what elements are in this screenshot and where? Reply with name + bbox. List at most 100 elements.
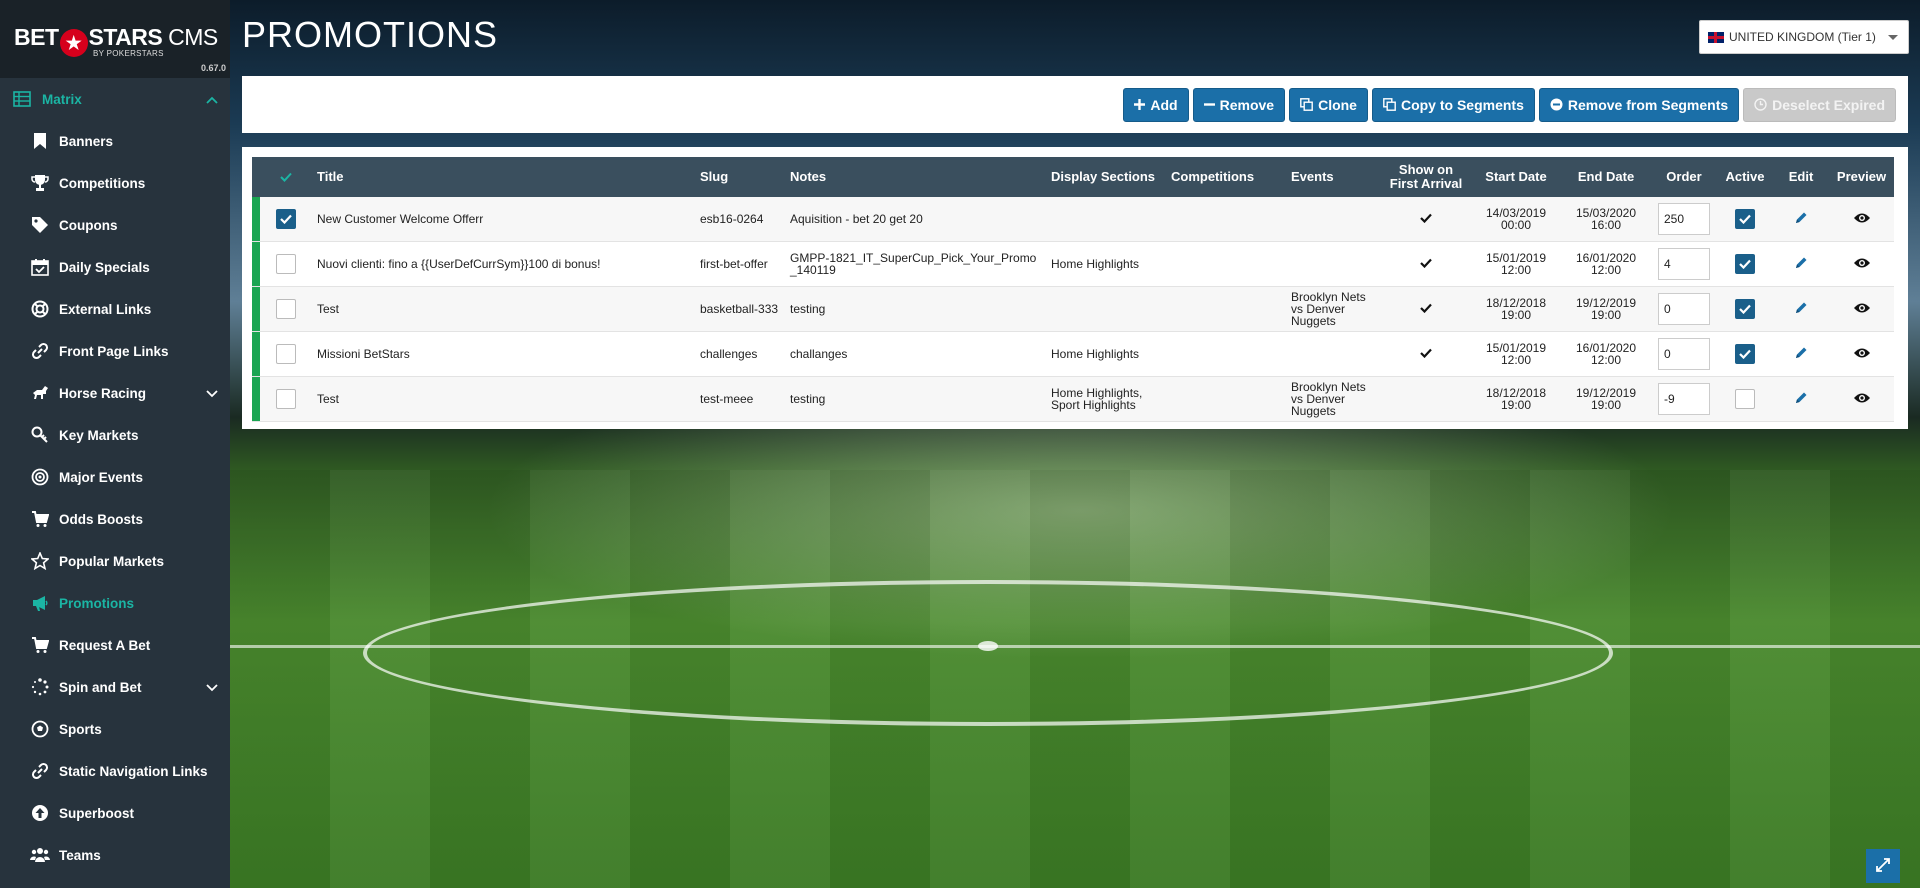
sidebar-item-request-a-bet[interactable]: Request A Bet [0, 624, 230, 666]
deselect-expired-button[interactable]: Deselect Expired [1743, 87, 1896, 122]
preview-eye-icon[interactable] [1853, 393, 1871, 407]
add-button[interactable]: Add [1123, 87, 1189, 122]
edit-pencil-icon[interactable] [1794, 347, 1808, 363]
column-header-preview: Preview [1836, 169, 1887, 184]
sidebar-item-odds-boosts[interactable]: Odds Boosts [0, 498, 230, 540]
preview-eye-icon[interactable] [1853, 258, 1871, 272]
column-header-show-first-arrival[interactable]: Show on First Arrival [1381, 157, 1471, 197]
row-select-checkbox[interactable] [276, 254, 296, 274]
sidebar-item-promotions[interactable]: Promotions [0, 582, 230, 624]
minus-icon [1203, 99, 1215, 110]
expand-icon [1876, 857, 1890, 875]
chevron-up-icon[interactable] [206, 92, 218, 107]
status-indicator [252, 377, 260, 422]
column-header-notes[interactable]: Notes [785, 157, 1046, 197]
sidebar-item-front-page-links[interactable]: Front Page Links [0, 330, 230, 372]
select-all-checkbox[interactable] [277, 168, 295, 186]
region-select[interactable]: UNITED KINGDOM (Tier 1) [1699, 20, 1909, 54]
column-header-display-sections[interactable]: Display Sections [1046, 157, 1166, 197]
sidebar-item-superboost[interactable]: Superboost [0, 792, 230, 834]
cell-competitions [1166, 287, 1286, 332]
row-select-checkbox[interactable] [276, 299, 296, 319]
clone-button[interactable]: Clone [1289, 87, 1368, 122]
cell-start-date: 15/01/2019 12:00 [1485, 251, 1547, 277]
sidebar-item-teams[interactable]: Teams [0, 834, 230, 876]
preview-eye-icon[interactable] [1853, 303, 1871, 317]
cart-icon [30, 509, 50, 529]
active-checkbox[interactable] [1735, 389, 1755, 409]
sidebar-item-coupons[interactable]: Coupons [0, 204, 230, 246]
cell-title: Test [317, 302, 340, 316]
cell-first-arrival [1381, 287, 1471, 332]
edit-pencil-icon[interactable] [1794, 257, 1808, 273]
cell-display-sections: Home Highlights [1051, 347, 1140, 361]
preview-eye-icon[interactable] [1853, 348, 1871, 362]
active-checkbox[interactable] [1735, 344, 1755, 364]
table-row[interactable]: New Customer Welcome Offerr esb16-0264 Aqu… [252, 197, 1894, 242]
cell-first-arrival [1381, 242, 1471, 287]
order-input[interactable] [1658, 338, 1710, 370]
life-ring-icon [30, 299, 50, 319]
sidebar-item-major-events[interactable]: Major Events [0, 456, 230, 498]
column-header-events[interactable]: Events [1286, 157, 1381, 197]
copy-to-segments-button[interactable]: Copy to Segments [1371, 87, 1535, 122]
cell-title: New Customer Welcome Offerr [317, 212, 484, 226]
cell-notes: testing [790, 302, 826, 316]
table-icon [12, 89, 32, 109]
order-input[interactable] [1658, 203, 1710, 235]
sidebar-item-daily-specials[interactable]: Daily Specials [0, 246, 230, 288]
column-header-title[interactable]: Title [312, 157, 695, 197]
remove-button[interactable]: Remove [1192, 87, 1286, 122]
sidebar-item-sports[interactable]: Sports [0, 708, 230, 750]
row-select-checkbox[interactable] [276, 344, 296, 364]
sidebar-item-external-links[interactable]: External Links [0, 288, 230, 330]
cell-end-date: 16/01/2020 12:00 [1575, 251, 1637, 277]
edit-pencil-icon[interactable] [1794, 212, 1808, 228]
cell-start-date: 14/03/2019 00:00 [1485, 206, 1547, 232]
sidebar-item-horse-racing[interactable]: Horse Racing [0, 372, 230, 414]
fullscreen-button[interactable] [1866, 849, 1900, 883]
users-icon [30, 845, 50, 865]
table-row[interactable]: Test test-meee testing Home Highlights, Spo… [252, 376, 1894, 422]
column-header-start-date[interactable]: Start Date [1471, 157, 1561, 197]
table-row[interactable]: Test basketball-333 testing Brooklyn Nets v… [252, 286, 1894, 332]
column-header-order[interactable]: Order [1651, 157, 1717, 197]
row-select-checkbox[interactable] [276, 209, 296, 229]
chevron-down-icon[interactable] [206, 680, 218, 695]
order-input[interactable] [1658, 248, 1710, 280]
column-header-end-date[interactable]: End Date [1561, 157, 1651, 197]
cell-first-arrival [1381, 197, 1471, 242]
sidebar-item-banners[interactable]: Banners [0, 120, 230, 162]
sidebar-item-popular-markets[interactable]: Popular Markets [0, 540, 230, 582]
chevron-down-icon[interactable] [206, 386, 218, 401]
active-checkbox[interactable] [1735, 299, 1755, 319]
edit-pencil-icon[interactable] [1794, 302, 1808, 318]
check-icon [1420, 347, 1432, 361]
sidebar-item-static-navigation-links[interactable]: Static Navigation Links [0, 750, 230, 792]
plus-icon [1134, 99, 1146, 110]
star-icon [30, 551, 50, 571]
stadium-background [230, 0, 1920, 888]
key-icon [30, 425, 50, 445]
order-input[interactable] [1658, 383, 1710, 415]
sidebar-item-matrix[interactable]: Matrix [0, 78, 230, 120]
sidebar-item-spin-and-bet[interactable]: Spin and Bet [0, 666, 230, 708]
column-header-slug[interactable]: Slug [695, 157, 785, 197]
sidebar-item-key-markets[interactable]: Key Markets [0, 414, 230, 456]
cell-end-date: 16/01/2020 12:00 [1575, 341, 1637, 367]
toolbar: Add Remove Clone Copy to Segments Remove… [242, 76, 1908, 133]
active-checkbox[interactable] [1735, 254, 1755, 274]
table-row[interactable]: Nuovi clienti: fino a {{UserDefCurrSym}}… [252, 242, 1894, 287]
preview-eye-icon[interactable] [1853, 213, 1871, 227]
column-header-active[interactable]: Active [1717, 157, 1773, 197]
edit-pencil-icon[interactable] [1794, 392, 1808, 408]
order-input[interactable] [1658, 293, 1710, 325]
active-checkbox[interactable] [1735, 209, 1755, 229]
cell-events [1286, 242, 1381, 287]
row-select-checkbox[interactable] [276, 389, 296, 409]
cell-events [1286, 332, 1381, 377]
table-row[interactable]: Missioni BetStars challenges challanges Hom… [252, 332, 1894, 377]
column-header-competitions[interactable]: Competitions [1166, 157, 1286, 197]
remove-from-segments-button[interactable]: Remove from Segments [1538, 87, 1740, 122]
sidebar-item-competitions[interactable]: Competitions [0, 162, 230, 204]
